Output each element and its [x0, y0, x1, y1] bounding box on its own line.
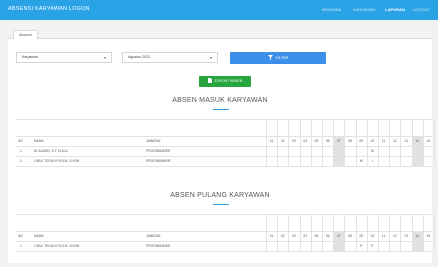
column-header-day: 08: [348, 139, 352, 143]
column-header-no: NO: [18, 234, 23, 238]
column-header-name: NAMA: [34, 234, 44, 238]
employee-position: PROGRAMMER: [146, 149, 171, 153]
column-header-position: JABATAN: [146, 234, 161, 238]
export-absen-button[interactable]: EXPORT ABSEN: [199, 76, 251, 87]
row-number: 1: [20, 244, 22, 248]
attendance-table-pulang: NO NAMA JABATAN 01 02 03 04 05 06 07 08 09 10 11 12 13 1…: [16, 214, 435, 252]
period-select-value: Agustus 2022: [128, 55, 150, 59]
report-panel: Karyawan ▾ Agustus 2022 ▾ FILTER EXPORT …: [8, 39, 435, 263]
attendance-mark: M: [359, 159, 363, 163]
column-header-day: 07: [336, 139, 341, 143]
employee-select[interactable]: Karyawan ▾: [16, 52, 112, 63]
title-underline: [213, 204, 229, 205]
attendance-mark: M: [371, 149, 374, 153]
attendance-table-masuk: NO NAMA JABATAN 01 02 03 04 05 06 07 08 09 10 11 12 13 1…: [16, 119, 435, 167]
filter-button[interactable]: FILTER: [230, 52, 326, 64]
title-underline: [213, 109, 229, 110]
column-header-day: 15: [426, 139, 431, 143]
chevron-down-icon: ▾: [103, 55, 106, 60]
row-number: 2: [20, 159, 22, 163]
filter-button-label: FILTER: [275, 56, 289, 60]
column-header-day: 12: [392, 234, 397, 238]
nav-item-beranda[interactable]: BERANDA: [322, 7, 341, 12]
column-header-day: 10: [370, 139, 375, 143]
employee-position: PROGRAMMER: [146, 159, 171, 163]
table-row-divider: [16, 166, 432, 167]
export-button-label: EXPORT ABSEN: [214, 79, 243, 83]
column-header-day: 15: [426, 234, 431, 238]
column-header-day: 03: [292, 234, 296, 238]
column-header-day: 07: [336, 234, 341, 238]
employee-name: LIRUL TEGUH PUJI M. CHOM: [34, 244, 80, 248]
column-header-day: 09: [359, 234, 364, 238]
nav-item-laporan[interactable]: LAPORAN: [385, 7, 405, 12]
column-header-day: 12: [392, 139, 397, 143]
attendance-mark: I: [371, 159, 373, 163]
app-brand[interactable]: ABSENSI KARYAWAN LOGON: [8, 6, 90, 12]
table-column-divider: [434, 120, 435, 166]
nav-item-karyawan[interactable]: KARYAWAN: [353, 7, 375, 12]
table-row-divider: [16, 251, 432, 252]
period-select[interactable]: Agustus 2022 ▾: [122, 52, 218, 63]
document-icon: [207, 78, 212, 83]
column-header-day: 11: [381, 139, 386, 143]
employee-name: M. ALMAN, S.T, M.M.A: [34, 149, 68, 153]
column-header-day: 14: [415, 139, 420, 143]
attendance-mark: P: [371, 244, 374, 248]
column-header-name: NAMA: [34, 139, 44, 143]
column-header-day: 13: [404, 139, 408, 143]
column-header-day: 02: [280, 139, 285, 143]
column-header-day: 05: [314, 234, 319, 238]
column-header-day: 11: [381, 234, 386, 238]
attendance-mark: P: [360, 244, 363, 248]
row-number: 1: [20, 149, 22, 153]
employee-select-value: Karyawan: [22, 55, 38, 59]
column-header-day: 01: [269, 234, 274, 238]
column-header-day: 06: [325, 139, 330, 143]
chevron-down-icon: ▾: [209, 55, 212, 60]
column-header-day: 10: [370, 234, 375, 238]
column-header-day: 03: [292, 139, 296, 143]
filter-icon: [267, 55, 273, 60]
column-header-day: 08: [348, 234, 352, 238]
column-header-day: 06: [325, 234, 330, 238]
column-header-day: 04: [303, 139, 308, 143]
column-header-day: 01: [269, 139, 274, 143]
table-column-divider: [434, 215, 435, 251]
nav-item-logout[interactable]: LOGOUT: [413, 7, 430, 12]
column-header-day: 05: [314, 139, 319, 143]
column-header-day: 02: [280, 234, 285, 238]
top-navbar: ABSENSI KARYAWAN LOGON BERANDA KARYAWAN …: [0, 0, 438, 20]
column-header-no: NO: [18, 139, 23, 143]
tab-bar: Absensi: [8, 27, 432, 40]
employee-position: PROGRAMMER: [146, 244, 171, 248]
section-title-pulang: ABSEN PULANG KARYAWAN: [170, 192, 270, 199]
column-header-position: JABATAN: [146, 139, 161, 143]
column-header-day: 14: [415, 234, 420, 238]
column-header-day: 04: [303, 234, 308, 238]
section-title-masuk: ABSEN MASUK KARYAWAN: [172, 97, 268, 104]
employee-name: LIRUL TEGUH PUJI M. CHOM: [34, 159, 80, 163]
column-header-day: 13: [404, 234, 408, 238]
column-header-day: 09: [359, 139, 364, 143]
